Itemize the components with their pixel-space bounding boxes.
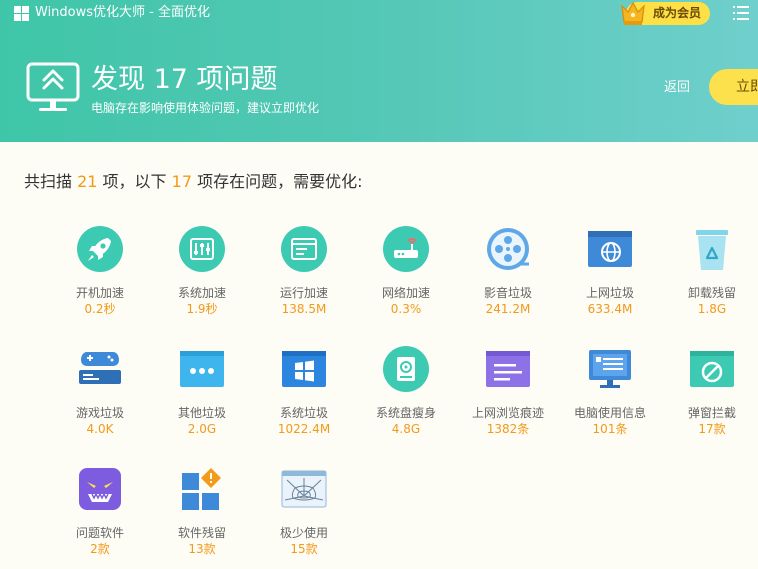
item-label: 电脑使用信息 <box>573 406 646 420</box>
item-value: 4.0K <box>86 422 114 436</box>
item-value: 15款 <box>290 542 318 556</box>
item-runtime-speedup[interactable]: 运行加速 138.5M <box>254 226 354 326</box>
item-value: 138.5M <box>281 302 327 316</box>
vip-label: 成为会员 <box>653 6 702 20</box>
item-label: 游戏垃圾 <box>75 406 124 420</box>
gamepad-icon <box>79 352 121 384</box>
item-media-junk[interactable]: 影音垃圾 241.2M <box>458 226 558 326</box>
item-rarely-used[interactable]: 极少使用 15款 <box>254 466 354 566</box>
summary-middle: 项，以下 <box>97 172 172 191</box>
item-value: 241.2M <box>485 302 531 316</box>
become-vip-button[interactable]: 成为会员 <box>621 1 710 25</box>
recycle-bin-icon <box>696 230 728 270</box>
item-label: 系统加速 <box>177 286 226 300</box>
item-system-junk[interactable]: 系统垃圾 1022.4M <box>254 346 354 446</box>
scan-summary: 共扫描 21 项，以下 17 项存在问题，需要优化: <box>24 171 362 193</box>
scanned-count: 21 <box>77 172 98 191</box>
item-value: 17款 <box>698 422 726 436</box>
item-value: 4.8G <box>391 422 421 436</box>
item-value: 2款 <box>90 542 110 556</box>
item-value: 0.2秒 <box>84 302 116 316</box>
item-system-disk-slim[interactable]: 系统盘瘦身 4.8G <box>356 346 456 446</box>
item-value: 1.9秒 <box>186 302 218 316</box>
item-problem-software[interactable]: 问题软件 2款 <box>50 466 150 566</box>
item-software-leftovers[interactable]: 软件残留 13款 <box>152 466 252 566</box>
item-value: 13款 <box>188 542 216 556</box>
item-system-speedup[interactable]: 系统加速 1.9秒 <box>152 226 252 326</box>
window-icon <box>281 226 327 272</box>
item-label: 网络加速 <box>381 286 430 300</box>
item-value: 101条 <box>592 422 628 436</box>
item-label: 软件残留 <box>177 526 226 540</box>
optimize-now-button[interactable]: 立即优化 <box>709 69 758 105</box>
item-label: 运行加速 <box>279 286 328 300</box>
windows-logo-icon <box>14 6 29 21</box>
router-icon <box>383 226 429 272</box>
popup-block-icon <box>690 351 734 387</box>
item-game-junk[interactable]: 游戏垃圾 4.0K <box>50 346 150 446</box>
crown-icon <box>621 1 645 25</box>
issues-count: 17 <box>171 172 192 191</box>
devil-face-icon <box>79 468 121 510</box>
item-value: 0.3% <box>390 302 422 316</box>
item-popup-block[interactable]: 弹窗拦截 17款 <box>662 346 758 446</box>
page-title: 发现 17 项问题 <box>91 64 278 95</box>
item-label: 开机加速 <box>75 286 124 300</box>
item-label: 问题软件 <box>75 526 124 540</box>
menu-icon[interactable] <box>733 6 749 20</box>
browser-history-icon <box>486 351 530 387</box>
windows-logo-icon <box>282 351 326 387</box>
cobweb-icon <box>281 470 327 508</box>
item-uninstall-leftovers[interactable]: 卸载残留 1.8G <box>662 226 758 326</box>
header-banner: Windows优化大师 - 全面优化 成为会员 发现 17 项问题 电脑存在影响… <box>0 0 758 142</box>
item-label: 弹窗拦截 <box>687 406 736 420</box>
sliders-icon <box>179 226 225 272</box>
item-value: 633.4M <box>587 302 633 316</box>
item-network-speedup[interactable]: 网络加速 0.3% <box>356 226 456 326</box>
item-other-junk[interactable]: 其他垃圾 2.0G <box>152 346 252 446</box>
globe-window-icon <box>588 231 632 267</box>
summary-prefix: 共扫描 <box>24 172 78 191</box>
title-bar: Windows优化大师 - 全面优化 成为会员 <box>0 0 758 28</box>
item-pc-usage-info[interactable]: 电脑使用信息 101条 <box>560 346 660 446</box>
item-label: 其他垃圾 <box>177 406 226 420</box>
app-title: Windows优化大师 - 全面优化 <box>35 5 210 20</box>
monitor-optimize-icon <box>26 62 80 111</box>
item-label: 卸载残留 <box>687 286 736 300</box>
item-internet-junk[interactable]: 上网垃圾 633.4M <box>560 226 660 326</box>
app-warning-icon <box>182 468 221 510</box>
page-subtitle: 电脑存在影响使用体验问题，建议立即优化 <box>91 101 320 115</box>
item-value: 1022.4M <box>277 422 331 436</box>
back-button[interactable]: 返回 <box>664 80 690 96</box>
item-label: 系统盘瘦身 <box>375 406 436 420</box>
dots-window-icon <box>180 351 224 387</box>
film-reel-icon <box>487 228 529 270</box>
item-label: 影音垃圾 <box>483 286 532 300</box>
rocket-icon <box>77 226 123 272</box>
item-browsing-traces[interactable]: 上网浏览痕迹 1382条 <box>458 346 558 446</box>
item-label: 系统垃圾 <box>279 406 328 420</box>
item-label: 上网垃圾 <box>585 286 634 300</box>
summary-suffix: 项存在问题，需要优化: <box>192 172 363 191</box>
item-boot-speedup[interactable]: 开机加速 0.2秒 <box>50 226 150 326</box>
item-label: 极少使用 <box>279 526 328 540</box>
item-value: 1382条 <box>486 422 530 436</box>
item-value: 2.0G <box>187 422 217 436</box>
monitor-list-icon <box>589 350 631 388</box>
item-label: 上网浏览痕迹 <box>471 406 544 420</box>
disk-icon <box>383 346 429 392</box>
item-value: 1.8G <box>697 302 727 316</box>
